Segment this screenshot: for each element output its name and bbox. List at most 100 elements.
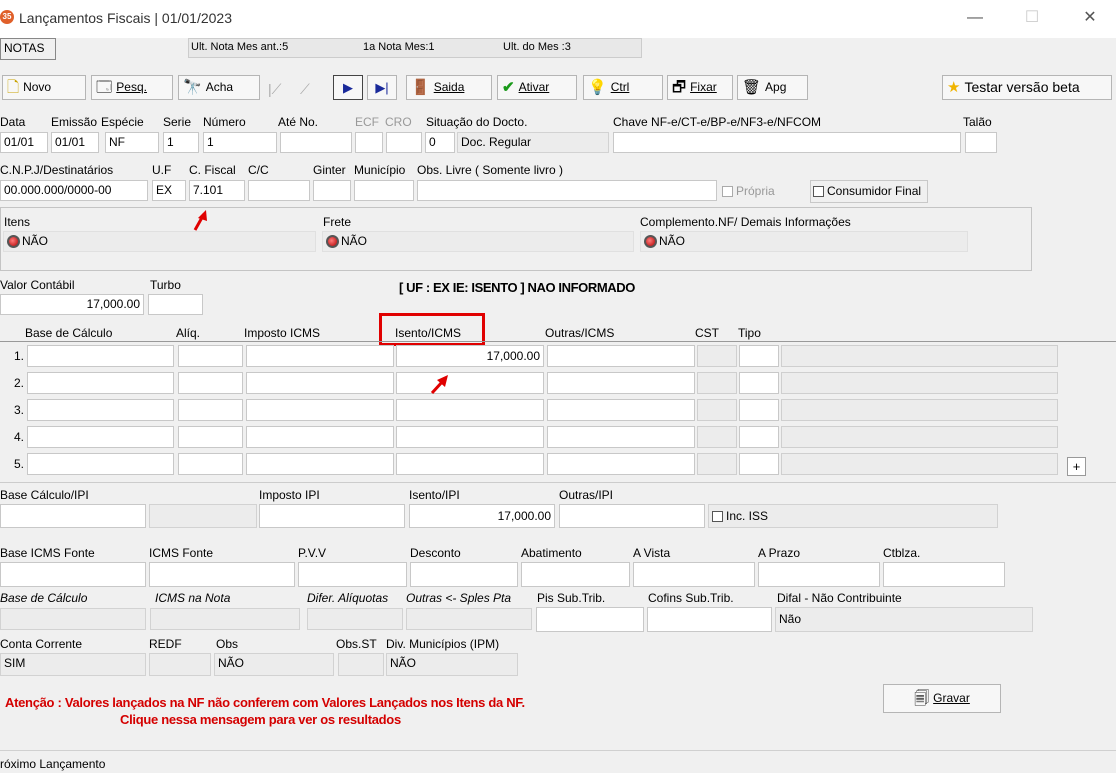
tipo-cell[interactable] [739, 426, 779, 448]
cnpj-field[interactable]: 00.000.000/0000-00 [0, 180, 148, 201]
first-record-icon[interactable]: |⟋ [268, 81, 281, 98]
outras-icms-cell[interactable] [547, 345, 695, 367]
complemento-button[interactable]: NÃO [640, 231, 968, 252]
aliq-cell[interactable] [178, 426, 243, 448]
prev-record-icon[interactable]: ⟋ [300, 81, 310, 98]
outras-icms-cell[interactable] [547, 426, 695, 448]
cc-field[interactable] [248, 180, 310, 201]
isento-icms-cell[interactable] [396, 453, 544, 475]
isento-icms-cell[interactable] [396, 399, 544, 421]
cst-cell[interactable] [697, 372, 737, 394]
isento-icms-cell[interactable]: 17,000.00 [396, 345, 544, 367]
ate-no-field[interactable] [280, 132, 352, 153]
ctblza-field[interactable] [883, 562, 1005, 587]
base-ipi-field[interactable] [0, 504, 146, 528]
warning-message-line2[interactable]: Clique nessa mensagem para ver os result… [120, 712, 401, 727]
cro-field[interactable] [386, 132, 422, 153]
add-row-button[interactable]: + [1067, 457, 1086, 476]
fixar-button[interactable]: 🗗 Fixar [667, 75, 733, 100]
cofins-sub-field[interactable] [647, 607, 772, 632]
imposto-icms-cell[interactable] [246, 453, 394, 475]
valor-contabil-field[interactable]: 17,000.00 [0, 294, 144, 315]
maximize-button[interactable]: ☐ [1012, 6, 1052, 30]
last-record-button[interactable]: ▶| [367, 75, 397, 100]
tipo-cell[interactable] [739, 372, 779, 394]
uf-field[interactable]: EX [152, 180, 186, 201]
aliq-cell[interactable] [178, 372, 243, 394]
a-vista-field[interactable] [633, 562, 755, 587]
obs-st-field[interactable] [338, 653, 384, 676]
cst-cell[interactable] [697, 345, 737, 367]
saida-button[interactable]: 🚪 Saida [406, 75, 492, 100]
numero-field[interactable]: 1 [203, 132, 277, 153]
base-calculo-cell[interactable] [27, 345, 174, 367]
notas-tab[interactable]: NOTAS [0, 38, 56, 60]
imposto-icms-cell[interactable] [246, 399, 394, 421]
data-field[interactable]: 01/01 [0, 132, 48, 153]
base-calculo-cell[interactable] [27, 399, 174, 421]
outras-ipi-field[interactable] [559, 504, 705, 528]
base-calculo-cell[interactable] [27, 453, 174, 475]
talao-field[interactable] [965, 132, 997, 153]
municipio-field[interactable] [354, 180, 414, 201]
isento-ipi-field[interactable]: 17,000.00 [409, 504, 555, 528]
warning-message-line1[interactable]: Atenção : Valores lançados na NF não con… [5, 695, 525, 710]
tipo-cell[interactable] [739, 453, 779, 475]
situacao-code-field[interactable]: 0 [425, 132, 455, 153]
base-calculo-cell[interactable] [27, 426, 174, 448]
chave-field[interactable] [613, 132, 961, 153]
aliq-cell[interactable] [178, 399, 243, 421]
next-record-button[interactable]: ▶ [333, 75, 363, 100]
pis-sub-field[interactable] [536, 607, 644, 632]
outras-icms-cell[interactable] [547, 399, 695, 421]
cfiscal-field[interactable]: 7.101 [189, 180, 245, 201]
aliq-ipi-field [149, 504, 257, 528]
div-municipios-field[interactable]: NÃO [386, 653, 518, 676]
acha-button[interactable]: 🔭 Acha [178, 75, 260, 100]
consumidor-final-checkbox[interactable]: Consumidor Final [810, 180, 929, 203]
outras-icms-cell[interactable] [547, 372, 695, 394]
emissao-field[interactable]: 01/01 [51, 132, 99, 153]
icms-fonte-field[interactable] [149, 562, 295, 587]
testar-beta-button[interactable]: ★ Testar versão beta [942, 75, 1112, 100]
minimize-button[interactable]: — [955, 6, 995, 30]
cst-cell[interactable] [697, 453, 737, 475]
close-button[interactable]: ✕ [1070, 6, 1110, 30]
frete-button[interactable]: NÃO [322, 231, 634, 252]
cst-cell[interactable] [697, 426, 737, 448]
base-icms-fonte-field[interactable] [0, 562, 146, 587]
cst-cell[interactable] [697, 399, 737, 421]
isento-icms-cell[interactable] [396, 372, 544, 394]
aliq-cell[interactable] [178, 345, 243, 367]
aliq-cell[interactable] [178, 453, 243, 475]
ginter-field[interactable] [313, 180, 351, 201]
desconto-field[interactable] [410, 562, 518, 587]
imposto-icms-cell[interactable] [246, 372, 394, 394]
imposto-icms-cell[interactable] [246, 426, 394, 448]
turbo-field[interactable] [148, 294, 203, 315]
imposto-icms-cell[interactable] [246, 345, 394, 367]
gravar-button[interactable]: 🗐 Gravar [883, 684, 1001, 713]
ecf-field[interactable] [355, 132, 383, 153]
obs-livre-field[interactable] [417, 180, 717, 201]
apg-button[interactable]: 🗑 Apg [737, 75, 808, 100]
outras-icms-cell[interactable] [547, 453, 695, 475]
imposto-ipi-field[interactable] [259, 504, 405, 528]
a-prazo-field[interactable] [758, 562, 880, 587]
serie-field[interactable]: 1 [163, 132, 199, 153]
inc-iss-checkbox[interactable]: Inc. ISS [708, 504, 998, 528]
tipo-cell[interactable] [739, 345, 779, 367]
novo-button[interactable]: 🗋 Novo [2, 75, 86, 100]
obs-field[interactable]: NÃO [214, 653, 334, 676]
pvv-field[interactable] [298, 562, 407, 587]
especie-field[interactable]: NF [105, 132, 159, 153]
abatimento-field[interactable] [521, 562, 630, 587]
itens-button[interactable]: NÃO [3, 231, 316, 252]
ativar-button[interactable]: ✔ Ativar [497, 75, 577, 100]
pesq-button[interactable]: 🗔 Pesq. [91, 75, 173, 100]
isento-icms-cell[interactable] [396, 426, 544, 448]
base-calculo-cell[interactable] [27, 372, 174, 394]
tipo-cell[interactable] [739, 399, 779, 421]
propria-checkbox[interactable]: Própria [722, 184, 775, 198]
ctrl-button[interactable]: 💡 Ctrl [583, 75, 663, 100]
